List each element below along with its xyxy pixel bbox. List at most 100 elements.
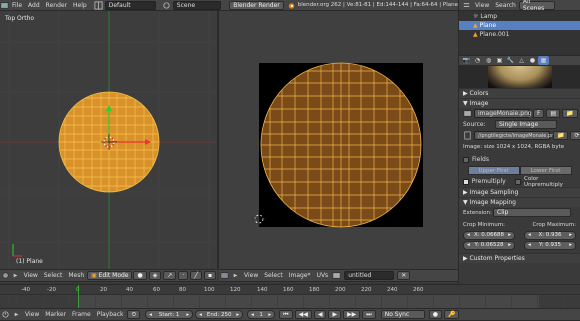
editor-type-icon[interactable] — [0, 310, 11, 319]
section-image-mapping[interactable]: ▼ Image Mapping — [459, 197, 580, 207]
section-image[interactable]: ▼ Image — [459, 98, 580, 108]
outliner-item-label: Lamp — [480, 13, 498, 20]
menu-file[interactable]: File — [9, 2, 25, 9]
image-browse-icon[interactable] — [331, 271, 342, 280]
editor-type-icon[interactable] — [0, 1, 9, 10]
outliner-tab-search[interactable]: Search — [492, 2, 519, 9]
menu-playback[interactable]: Playback — [94, 311, 127, 318]
premultiply-label: Premultiply — [471, 178, 506, 185]
keying-set-button[interactable]: 🔑 — [443, 310, 460, 319]
layout-field[interactable]: Default — [104, 0, 156, 10]
section-image-sampling[interactable]: ▶ Image Sampling — [459, 187, 580, 197]
image-pin-button[interactable]: ✕ — [397, 271, 411, 280]
crop-min-y-field[interactable]: ◂ Y: 0.06528 ▸ — [463, 240, 515, 250]
lower-first-option[interactable]: Lower First — [519, 166, 572, 175]
premultiply-checkbox[interactable] — [463, 178, 469, 185]
upper-first-option[interactable]: Upper First — [467, 166, 520, 175]
image-name-field[interactable]: untitled — [344, 271, 395, 280]
menu-view[interactable]: View — [22, 311, 42, 318]
image-datablock-field[interactable]: imageMonaie.png — [474, 109, 532, 118]
new-image-button[interactable]: ▤ — [546, 109, 561, 118]
end-frame-field[interactable]: ◂ End: 250 ▸ — [195, 310, 244, 319]
menu-uvs[interactable]: UVs — [314, 272, 332, 279]
section-custom-properties[interactable]: ▶ Custom Properties — [459, 253, 580, 263]
data-tab-icon[interactable]: △ — [516, 56, 527, 65]
texture-tab-icon[interactable]: ▦ — [538, 56, 549, 65]
outliner-item-plane[interactable]: ▲ Plane — [459, 21, 580, 30]
crop-min-x-field[interactable]: ◂ X: 0.06688 ▸ — [463, 230, 515, 240]
jump-start-button[interactable]: ⏮ — [279, 310, 293, 319]
image-browse-icon[interactable] — [463, 109, 472, 118]
section-colors[interactable]: ▶ Colors — [459, 88, 580, 98]
crop-max-y-field[interactable]: ◂ Y: 0.935 ▸ — [524, 240, 576, 250]
menu-image[interactable]: Image* — [286, 272, 314, 279]
menu-help[interactable]: Help — [70, 2, 90, 9]
uv-editor-canvas[interactable] — [219, 11, 458, 269]
menu-marker[interactable]: Marker — [42, 311, 69, 318]
menu-mesh[interactable]: Mesh — [65, 272, 87, 279]
viewport-3d-canvas[interactable] — [0, 11, 217, 269]
menu-add[interactable]: Add — [25, 2, 43, 9]
menu-view[interactable]: View — [241, 272, 261, 279]
color-unpremultiply-checkbox[interactable] — [515, 178, 522, 185]
edge-select-button[interactable]: ╱ — [190, 271, 202, 280]
menu-select[interactable]: Select — [41, 272, 66, 279]
menu-view[interactable]: View — [21, 272, 41, 279]
editor-type-icon[interactable] — [0, 271, 10, 280]
face-select-button[interactable]: ▪ — [203, 271, 217, 280]
outliner-tab-view[interactable]: View — [472, 2, 492, 9]
jump-end-button[interactable]: ⏭ — [362, 310, 376, 319]
fields-checkbox[interactable] — [463, 156, 469, 163]
timeline[interactable]: -40 -20 0 20 40 60 80 100 120 140 160 18… — [0, 284, 580, 308]
object-tab-icon[interactable]: ▣ — [494, 56, 505, 65]
editor-type-icon[interactable] — [219, 271, 230, 280]
start-frame-field[interactable]: ◂ Start: 1 ▸ — [145, 310, 194, 319]
mode-select[interactable]: ▣ Edit Mode — [87, 271, 133, 280]
outliner-editor-icon[interactable] — [461, 1, 472, 10]
open-image-button[interactable]: 📁 — [562, 109, 578, 118]
viewport-shading-button[interactable]: ● — [133, 271, 147, 280]
extension-select[interactable]: Clip — [493, 208, 571, 217]
prev-keyframe-button[interactable]: ◀◀ — [294, 310, 312, 319]
menu-render[interactable]: Render — [43, 2, 70, 9]
outliner-display-select[interactable]: All Scenes — [518, 0, 555, 12]
timeline-tick: 240 — [387, 287, 398, 293]
play-reverse-button[interactable]: ◀ — [313, 310, 327, 319]
scene-icon — [162, 1, 171, 10]
material-tab-icon[interactable]: ● — [527, 56, 538, 65]
modifier-tab-icon[interactable]: 🔧 — [505, 56, 516, 65]
increment-arrow-icon: ▸ — [569, 242, 572, 248]
reload-image-button[interactable]: ⟳ — [570, 131, 580, 140]
collapse-menus-icon[interactable] — [230, 271, 241, 280]
play-button[interactable]: ▶ — [328, 310, 342, 319]
collapse-menus-icon[interactable] — [11, 310, 22, 319]
uv-image-editor[interactable] — [219, 11, 458, 269]
render-tab-icon[interactable]: 📷 — [461, 56, 472, 65]
scene-tab-icon[interactable]: ◔ — [472, 56, 483, 65]
texture-preview — [459, 66, 580, 88]
next-keyframe-button[interactable]: ▶▶ — [343, 310, 361, 319]
vertex-select-button[interactable]: · — [178, 271, 189, 280]
fields-row[interactable]: Fields — [459, 154, 580, 165]
filepath-field[interactable]: //pngtilegicte/imageMonaie.png — [474, 131, 558, 140]
crop-max-x-field[interactable]: ◂ X: 0.936 ▸ — [524, 230, 576, 240]
current-frame-field[interactable]: ◂ 1 ▸ — [247, 310, 276, 319]
outliner-item-plane-001[interactable]: ▲ Plane.001 — [459, 30, 580, 39]
render-engine-select[interactable]: Blender Render — [229, 0, 284, 10]
sync-mode-select[interactable]: No Sync — [380, 310, 425, 319]
pivot-point-button[interactable]: ◈ — [148, 271, 162, 280]
fake-user-button[interactable]: F — [533, 109, 545, 118]
manipulator-toggle[interactable]: ↗ — [163, 271, 177, 280]
menu-frame[interactable]: Frame — [69, 311, 94, 318]
increment-arrow-icon: ▸ — [508, 242, 511, 248]
world-tab-icon[interactable]: ◍ — [483, 56, 494, 65]
viewport-3d[interactable]: Top Ortho (1) Plane — [0, 11, 217, 269]
outliner-item-lamp[interactable]: ☼ Lamp — [459, 12, 580, 21]
collapse-menus-icon[interactable] — [10, 271, 20, 280]
menu-select[interactable]: Select — [261, 272, 286, 279]
browse-file-button[interactable]: 📁 — [553, 131, 569, 140]
source-select[interactable]: Single Image — [495, 120, 557, 129]
auto-keying-button[interactable]: ● — [428, 310, 442, 319]
preview-range-button[interactable]: ⏲ — [127, 310, 141, 319]
scene-field[interactable]: Scene — [172, 0, 222, 10]
